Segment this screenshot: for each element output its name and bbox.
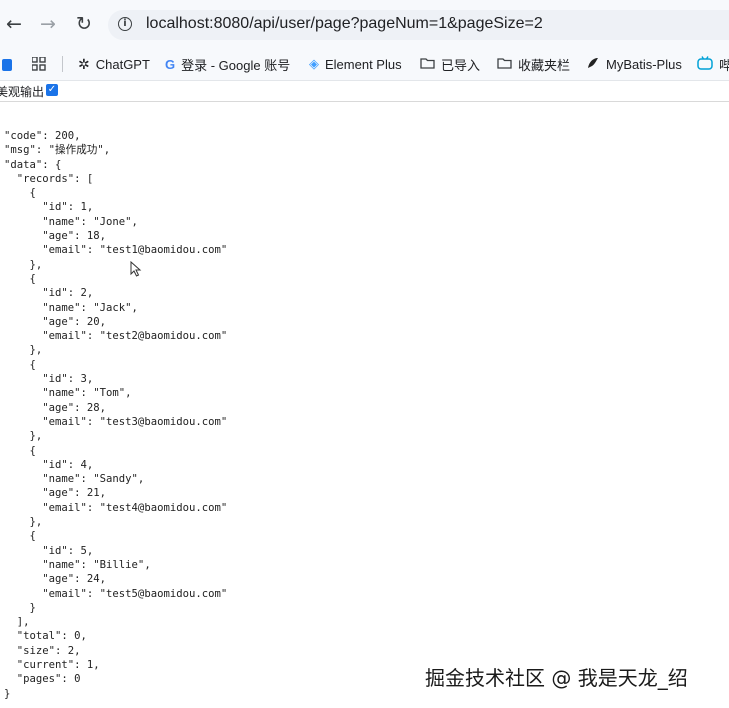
bilibili-tv-icon	[697, 55, 713, 73]
json-line: "age": 18,	[4, 230, 107, 243]
bookmark-mybatis-plus[interactable]: MyBatis-Plus	[586, 54, 682, 74]
json-line: {	[4, 530, 36, 543]
pretty-print-checkbox[interactable]: ✓	[46, 84, 58, 96]
bookmark-label: MyBatis-Plus	[606, 56, 682, 72]
watermark-text: 掘金技术社区 @ 我是天龙_绍	[425, 666, 688, 690]
json-line: "age": 20,	[4, 315, 107, 328]
json-line: "age": 24,	[4, 573, 107, 586]
chatgpt-icon: ✲	[78, 55, 90, 72]
json-line: }	[4, 601, 36, 614]
json-line: "current": 1,	[4, 658, 100, 671]
json-line: {	[4, 272, 36, 285]
back-arrow-icon: ←	[6, 13, 22, 35]
json-line: "msg": "操作成功",	[4, 144, 111, 157]
reload-icon: ↻	[76, 13, 92, 35]
bookmark-google-login[interactable]: G 登录 - Google 账号	[165, 54, 290, 74]
json-line: "pages": 0	[4, 673, 81, 686]
json-response-body: "code": 200, "msg": "操作成功", "data": { "rec…	[4, 129, 227, 701]
bookmark-label: Element Plus	[325, 56, 402, 72]
bookmark-bilibili[interactable]: 哔	[697, 54, 729, 74]
forward-arrow-icon: →	[40, 13, 56, 35]
json-line: "age": 21,	[4, 487, 107, 500]
json-line: "id": 4,	[4, 458, 94, 471]
json-line: "size": 2,	[4, 644, 81, 657]
bookmark-label: 已导入	[441, 57, 481, 73]
pretty-print-bar: 美观输出 ✓	[0, 81, 729, 102]
json-line: "id": 2,	[4, 287, 94, 300]
json-line: {	[4, 358, 36, 371]
reload-button[interactable]: ↻	[70, 10, 98, 38]
json-line: "name": "Jack",	[4, 301, 138, 314]
json-line: }	[4, 687, 11, 700]
google-icon: G	[165, 56, 176, 72]
json-line: "email": "test5@baomidou.com"	[4, 587, 228, 600]
json-line: {	[4, 187, 36, 200]
json-line: "code": 200,	[4, 130, 81, 142]
json-line: "id": 5,	[4, 544, 94, 557]
json-line: "total": 0,	[4, 630, 87, 643]
json-line: "name": "Tom",	[4, 387, 132, 400]
folder-icon	[497, 57, 512, 72]
json-line: "email": "test4@baomidou.com"	[4, 501, 228, 514]
bookmark-label: ChatGPT	[95, 56, 150, 72]
bookmark-folder-favorites[interactable]: 收藏夹栏	[497, 54, 570, 74]
json-line: "age": 28,	[4, 401, 107, 414]
json-line: "records": [	[4, 172, 94, 185]
bookmarks-bar: ✲ ChatGPT G 登录 - Google 账号 ◈ Element Plu…	[0, 48, 729, 81]
json-line: },	[4, 430, 43, 443]
bookmark-element-plus[interactable]: ◈ Element Plus	[309, 54, 402, 74]
site-info-icon[interactable]: i	[118, 17, 132, 31]
bookmark-folder-imported[interactable]: 已导入	[420, 54, 480, 74]
json-line: "id": 1,	[4, 201, 94, 214]
pretty-print-label: 美观输出	[0, 85, 45, 99]
json-line: {	[4, 444, 36, 457]
mybatis-bird-icon	[586, 56, 600, 73]
mouse-cursor-icon	[130, 260, 142, 281]
folder-icon	[420, 57, 435, 72]
json-line: "name": "Jone",	[4, 215, 138, 228]
forward-button[interactable]: →	[34, 10, 62, 38]
element-plus-icon: ◈	[309, 56, 319, 71]
bookmark-chatgpt[interactable]: ✲ ChatGPT	[78, 54, 150, 74]
bookmark-label: 哔	[719, 57, 729, 73]
sidebar-toggle-icon[interactable]	[2, 59, 12, 71]
json-line: "name": "Sandy",	[4, 473, 145, 486]
browser-toolbar: ← → ↻ i localhost:8080/api/user/page?pag…	[0, 0, 729, 48]
bookmark-label: 登录 - Google 账号	[181, 57, 291, 73]
json-line: ],	[4, 616, 30, 629]
bookmark-label: 收藏夹栏	[518, 57, 571, 73]
back-button[interactable]: ←	[0, 10, 28, 38]
json-line: },	[4, 258, 43, 271]
json-line: "id": 3,	[4, 373, 94, 386]
json-line: "name": "Billie",	[4, 558, 151, 571]
apps-grid-icon[interactable]	[31, 56, 46, 71]
json-line: "email": "test3@baomidou.com"	[4, 415, 228, 428]
address-bar[interactable]: i localhost:8080/api/user/page?pageNum=1…	[108, 10, 729, 40]
json-line: "email": "test2@baomidou.com"	[4, 330, 228, 343]
bookmarks-divider	[62, 56, 63, 72]
json-line: },	[4, 516, 43, 529]
json-line: },	[4, 344, 43, 357]
url-text[interactable]: localhost:8080/api/user/page?pageNum=1&p…	[146, 15, 543, 33]
json-line: "email": "test1@baomidou.com"	[4, 244, 228, 257]
json-line: "data": {	[4, 158, 62, 171]
